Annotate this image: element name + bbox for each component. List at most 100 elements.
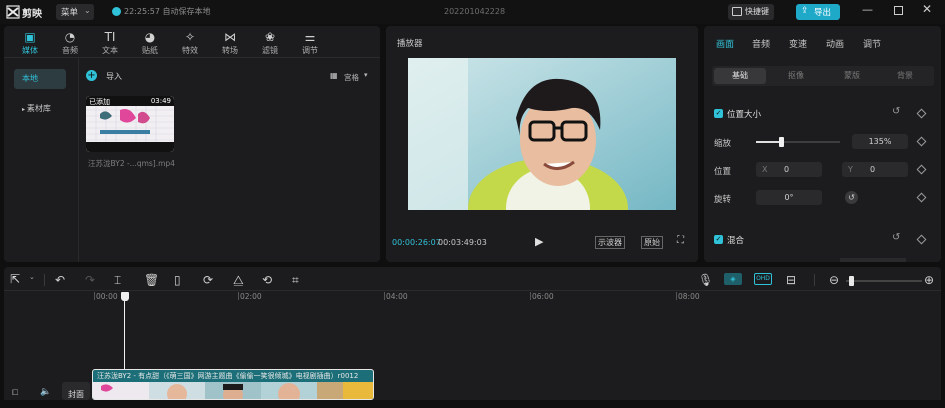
reverse-icon[interactable]: ⟳ [203, 273, 213, 287]
clip-title: 汪苏泷BY2 - 有点甜（《萌三国》网游主题曲《偷偷一笑很倾城》电视剧插曲）r0… [97, 372, 359, 380]
reset-icon[interactable]: ↺ [892, 232, 900, 243]
zoom-in-icon[interactable]: ⊕ [924, 273, 934, 287]
check-circle-icon [112, 7, 121, 16]
zoom-slider-handle[interactable] [849, 276, 854, 286]
ruler-label: 06:00 [532, 292, 554, 301]
linkage-icon[interactable]: OHD [754, 273, 772, 285]
shortcut-button[interactable]: 快捷键 [728, 4, 774, 20]
track-lock-icon[interactable]: ⧠ [12, 388, 18, 398]
scale-value-field[interactable]: 135% [852, 134, 908, 149]
media-panel [4, 26, 380, 262]
scale-label: 缩放 [714, 139, 732, 149]
tab-animation[interactable]: 动画 [826, 37, 844, 50]
clip-duration: 03:49 [150, 97, 171, 105]
redo-icon[interactable]: ↷ [85, 273, 95, 287]
close-icon[interactable]: ✕ [922, 2, 932, 16]
freeze-frame-icon[interactable]: ▯ [174, 273, 181, 287]
microphone-icon[interactable]: 🎙 [698, 273, 713, 287]
position-y-field[interactable]: Y 0 [842, 162, 908, 177]
shortcut-label: 快捷键 [745, 7, 769, 16]
tab-media[interactable]: ▣ 媒体 [14, 30, 46, 56]
tab-transition[interactable]: ⋈ 转场 [214, 30, 246, 56]
app-name: 剪映 [22, 9, 42, 20]
cursor-icon: ⇱ [10, 272, 21, 286]
tab-picture[interactable]: 画面 [716, 37, 734, 50]
video-preview[interactable] [408, 58, 676, 210]
blend-checkbox[interactable]: ✓ [714, 235, 723, 244]
fullscreen-icon[interactable]: ⛶ [677, 235, 684, 246]
plus-icon: + [86, 70, 97, 81]
ruler-tick [384, 292, 385, 300]
track-mute-icon[interactable]: 🔈 [40, 387, 51, 397]
minimize-icon[interactable]: — [862, 3, 873, 16]
menu-button[interactable]: 菜单 ⌄ [56, 4, 94, 20]
tab-effects[interactable]: ✧ 特效 [174, 30, 206, 56]
title-bar: 剪映 菜单 ⌄ 22:25:57 自动保存本地 202201042228 快捷键… [0, 0, 945, 24]
media-clip-thumbnail[interactable]: 已添加 03:49 [86, 96, 174, 152]
ruler-label: 00:00 [96, 292, 118, 301]
ruler-label: 08:00 [678, 292, 700, 301]
ruler-label: 04:00 [386, 292, 408, 301]
mirror-icon[interactable]: ⧋ [233, 273, 244, 287]
cover-button[interactable]: 封面 [62, 382, 90, 400]
playhead-handle[interactable] [121, 292, 129, 301]
divider [814, 274, 815, 286]
scale-slider[interactable] [756, 137, 840, 147]
undo-icon[interactable]: ↶ [55, 273, 65, 287]
reset-icon[interactable]: ↺ [892, 106, 900, 117]
rotate-dial-icon[interactable]: ↺ [845, 191, 858, 204]
position-size-checkbox[interactable]: ✓ [714, 109, 723, 118]
tab-adjust[interactable]: ⚌ 调节 [294, 30, 326, 56]
view-mode-dropdown[interactable]: ▦ 宫格 ▾ [330, 71, 370, 83]
import-button[interactable]: + 导入 [86, 69, 128, 83]
clip-filename: 汪苏泷BY2 -...qms].mp4 [88, 159, 175, 168]
sidebar-item-library[interactable]: ▸ 素材库 [14, 99, 66, 119]
added-badge: 已添加 [89, 98, 110, 106]
select-tool[interactable]: ⇱ ⌄ [10, 272, 38, 288]
rotate-icon[interactable]: ⟲ [262, 273, 272, 287]
effects-icon: ✧ [184, 30, 196, 44]
rotate-value-field[interactable]: 0° [756, 190, 822, 205]
caret-down-icon: ▾ [364, 71, 368, 79]
subtab-mask[interactable]: 蒙版 [826, 68, 878, 84]
tab-speed[interactable]: 变速 [789, 37, 807, 50]
split-icon[interactable]: ⌶ [114, 273, 121, 287]
rotate-label: 旋转 [714, 195, 732, 205]
divider [78, 58, 79, 262]
waveform-button[interactable]: 示波器 [595, 236, 625, 249]
zoom-out-icon[interactable]: ⊖ [829, 273, 839, 287]
tab-text[interactable]: TI 文本 [94, 30, 126, 56]
player-title: 播放器 [397, 39, 423, 49]
subtab-basic[interactable]: 基础 [714, 68, 766, 84]
subtab-cutout[interactable]: 抠像 [770, 68, 822, 84]
tab-audio[interactable]: ◔ 音频 [54, 30, 86, 56]
project-name: 202201042228 [444, 7, 506, 16]
filter-icon: ❀ [264, 30, 276, 44]
sidebar-item-local[interactable]: 本地 [14, 69, 66, 89]
zoom-slider[interactable] [846, 276, 922, 286]
clip-thumbnails [93, 382, 373, 399]
export-button[interactable]: ⇪ 导出 [796, 4, 840, 20]
delete-icon[interactable]: 🗑 [144, 273, 159, 287]
text-icon: TI [104, 30, 116, 44]
tab-sticker[interactable]: ◕ 贴纸 [134, 30, 166, 56]
original-ratio-button[interactable]: 原始 [641, 236, 663, 249]
ruler-tick [530, 292, 531, 300]
audio-icon: ◔ [64, 30, 76, 44]
position-label: 位置 [714, 167, 732, 177]
ruler-tick [94, 292, 95, 300]
timeline-video-clip[interactable]: 汪苏泷BY2 - 有点甜（《萌三国》网游主题曲《偷偷一笑很倾城》电视剧插曲）r0… [92, 369, 374, 400]
scale-slider-handle[interactable] [779, 137, 785, 147]
position-x-field[interactable]: X 0 [756, 162, 822, 177]
crop-icon[interactable]: ⌗ [292, 273, 299, 287]
preview-axis-icon[interactable]: ⊟ [786, 273, 796, 287]
subtab-background[interactable]: 背景 [879, 68, 931, 84]
tab-inspector-adjust[interactable]: 调节 [863, 37, 881, 50]
app-logo-icon [6, 5, 20, 19]
play-icon[interactable]: ▶ [535, 235, 543, 248]
auto-snap-icon[interactable]: ◈ [724, 273, 742, 285]
tab-filter[interactable]: ❀ 滤镜 [254, 30, 286, 56]
tab-inspector-audio[interactable]: 音频 [752, 37, 770, 50]
blend-row-partial [840, 258, 906, 262]
maximize-icon[interactable] [894, 6, 903, 15]
